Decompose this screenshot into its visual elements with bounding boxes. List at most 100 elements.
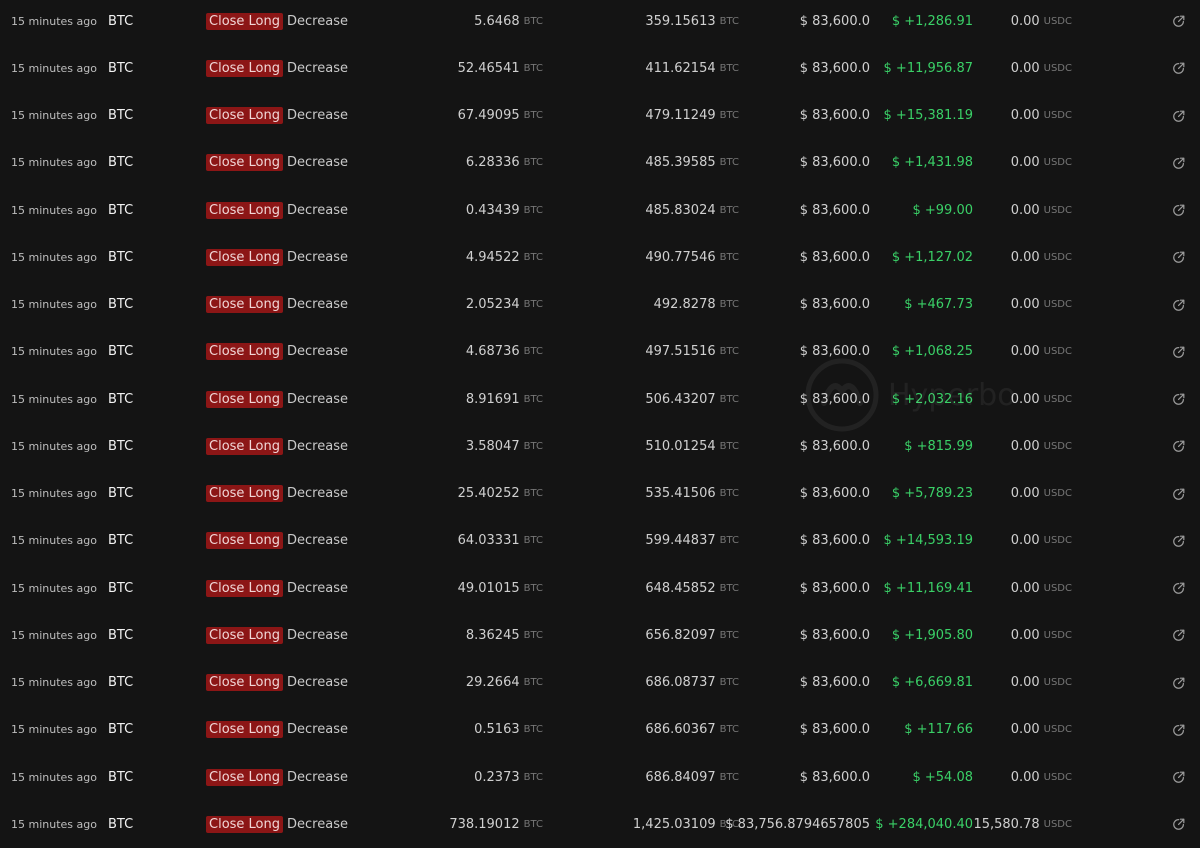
pnl-cell: $ +1,127.02 xyxy=(891,249,973,265)
coin-cell[interactable]: BTC xyxy=(108,0,133,45)
coin-cell[interactable]: BTC xyxy=(108,801,133,848)
fee-cell: 0.00 USDC xyxy=(1011,376,1072,423)
fee-cell: 0.00 USDC xyxy=(1011,423,1072,470)
price-cell: $ 83,600.0 xyxy=(799,344,870,360)
coin-cell[interactable]: BTC xyxy=(108,45,133,92)
external-link-icon[interactable] xyxy=(1171,706,1187,753)
external-link-icon[interactable] xyxy=(1171,328,1187,375)
price-cell: $ 83,600.0 xyxy=(799,249,870,265)
pnl-cell: $ +15,381.19 xyxy=(883,108,973,123)
size-unit: BTC xyxy=(523,110,543,121)
time-cell: 15 minutes ago xyxy=(11,345,97,359)
fee-value: 0.00 xyxy=(1010,249,1040,265)
coin-cell[interactable]: BTC xyxy=(108,659,133,706)
table-row: 15 minutes ago BTC Close Long Decrease 7… xyxy=(0,801,1200,848)
fee-cell: 0.00 USDC xyxy=(1011,659,1072,706)
external-link-icon[interactable] xyxy=(1171,234,1187,281)
direction-label: Decrease xyxy=(287,108,348,123)
external-link-icon-svg xyxy=(1173,62,1185,75)
price-cell: $ 83,600.0 xyxy=(799,533,870,549)
close-long-badge: Close Long xyxy=(206,768,284,786)
table-row: 15 minutes ago BTC Close Long Decrease 6… xyxy=(0,517,1200,564)
coin-cell[interactable]: BTC xyxy=(108,376,133,423)
size-value: 4.94522 xyxy=(465,249,520,265)
coin-cell[interactable]: BTC xyxy=(108,612,133,659)
pnl-cell: $ +467.73 xyxy=(904,297,973,312)
table-row: 15 minutes ago BTC Close Long Decrease 0… xyxy=(0,187,1200,234)
coin-cell[interactable]: BTC xyxy=(108,517,133,564)
pnl-cell: $ +1,431.98 xyxy=(891,155,973,171)
size-unit: BTC xyxy=(523,251,543,263)
external-link-icon[interactable] xyxy=(1171,281,1187,328)
external-link-icon[interactable] xyxy=(1171,92,1187,139)
pnl-cell: $ +1,286.91 xyxy=(891,13,973,29)
position-value: 599.44837 xyxy=(645,533,716,549)
table-row: 15 minutes ago BTC Close Long Decrease 5… xyxy=(0,45,1200,92)
position-cell: 648.45852 BTC xyxy=(645,565,739,612)
fee-value: 0.00 xyxy=(1010,297,1040,312)
external-link-icon[interactable] xyxy=(1171,423,1187,470)
position-value: 686.60367 xyxy=(645,722,716,738)
position-cell: 490.77546 BTC xyxy=(645,234,739,281)
action-cell: Close Long Decrease xyxy=(206,234,348,281)
external-link-icon[interactable] xyxy=(1171,0,1187,45)
close-long-badge: Close Long xyxy=(206,721,284,739)
external-link-icon[interactable] xyxy=(1171,612,1187,659)
time-cell: 15 minutes ago xyxy=(11,250,97,264)
fee-unit: USDC xyxy=(1043,582,1072,594)
direction-label: Decrease xyxy=(287,60,348,76)
coin-cell[interactable]: BTC xyxy=(108,423,133,470)
coin-cell[interactable]: BTC xyxy=(108,234,133,281)
size-cell: 52.46541 BTC xyxy=(458,45,543,92)
fee-unit: USDC xyxy=(1043,157,1072,169)
coin-cell[interactable]: BTC xyxy=(108,281,133,328)
coin-cell[interactable]: BTC xyxy=(108,754,133,801)
fee-unit: USDC xyxy=(1043,818,1072,830)
position-cell: 506.43207 BTC xyxy=(645,376,739,423)
close-long-badge: Close Long xyxy=(206,532,284,550)
size-value: 5.6468 xyxy=(474,13,520,29)
position-cell: 510.01254 BTC xyxy=(645,423,739,470)
external-link-icon[interactable] xyxy=(1171,139,1187,186)
fee-cell: 0.00 USDC xyxy=(1011,281,1072,328)
fee-value: 0.00 xyxy=(1010,108,1040,123)
external-link-icon[interactable] xyxy=(1171,754,1187,801)
external-link-icon[interactable] xyxy=(1171,801,1187,848)
time-cell: 15 minutes ago xyxy=(11,581,97,595)
table-row: 15 minutes ago BTC Close Long Decrease 2… xyxy=(0,659,1200,706)
external-link-icon[interactable] xyxy=(1171,470,1187,517)
close-long-badge: Close Long xyxy=(206,626,284,644)
coin-cell[interactable]: BTC xyxy=(108,328,133,375)
pnl-cell: $ +54.08 xyxy=(912,769,973,785)
size-value: 67.49095 xyxy=(457,108,520,123)
time-cell: 15 minutes ago xyxy=(11,770,97,784)
position-cell: 535.41506 BTC xyxy=(645,470,739,517)
size-cell: 0.5163 BTC xyxy=(474,706,543,753)
coin-cell[interactable]: BTC xyxy=(108,565,133,612)
coin-cell[interactable]: BTC xyxy=(108,139,133,186)
size-unit: BTC xyxy=(523,393,543,405)
price-cell: $ 83,600.0 xyxy=(799,13,870,29)
external-link-icon[interactable] xyxy=(1171,517,1187,564)
external-link-icon[interactable] xyxy=(1171,565,1187,612)
external-link-icon[interactable] xyxy=(1171,376,1187,423)
coin-cell[interactable]: BTC xyxy=(108,470,133,517)
external-link-icon[interactable] xyxy=(1171,659,1187,706)
close-long-badge: Close Long xyxy=(206,154,284,172)
position-value: 492.8278 xyxy=(653,297,716,312)
size-cell: 64.03331 BTC xyxy=(458,517,543,564)
external-link-icon-svg xyxy=(1173,299,1185,311)
coin-cell[interactable]: BTC xyxy=(108,706,133,753)
external-link-icon-svg xyxy=(1173,110,1185,122)
coin-cell[interactable]: BTC xyxy=(108,187,133,234)
size-value: 29.2664 xyxy=(465,675,520,690)
direction-label: Decrease xyxy=(287,202,348,218)
price-cell: $ 83,600.0 xyxy=(799,391,870,407)
coin-cell[interactable]: BTC xyxy=(108,92,133,139)
direction-label: Decrease xyxy=(287,627,348,643)
fee-value: 0.00 xyxy=(1010,580,1040,596)
pnl-cell: $ +5,789.23 xyxy=(891,486,973,501)
external-link-icon[interactable] xyxy=(1171,187,1187,234)
external-link-icon[interactable] xyxy=(1171,45,1187,92)
position-unit: BTC xyxy=(719,393,739,405)
